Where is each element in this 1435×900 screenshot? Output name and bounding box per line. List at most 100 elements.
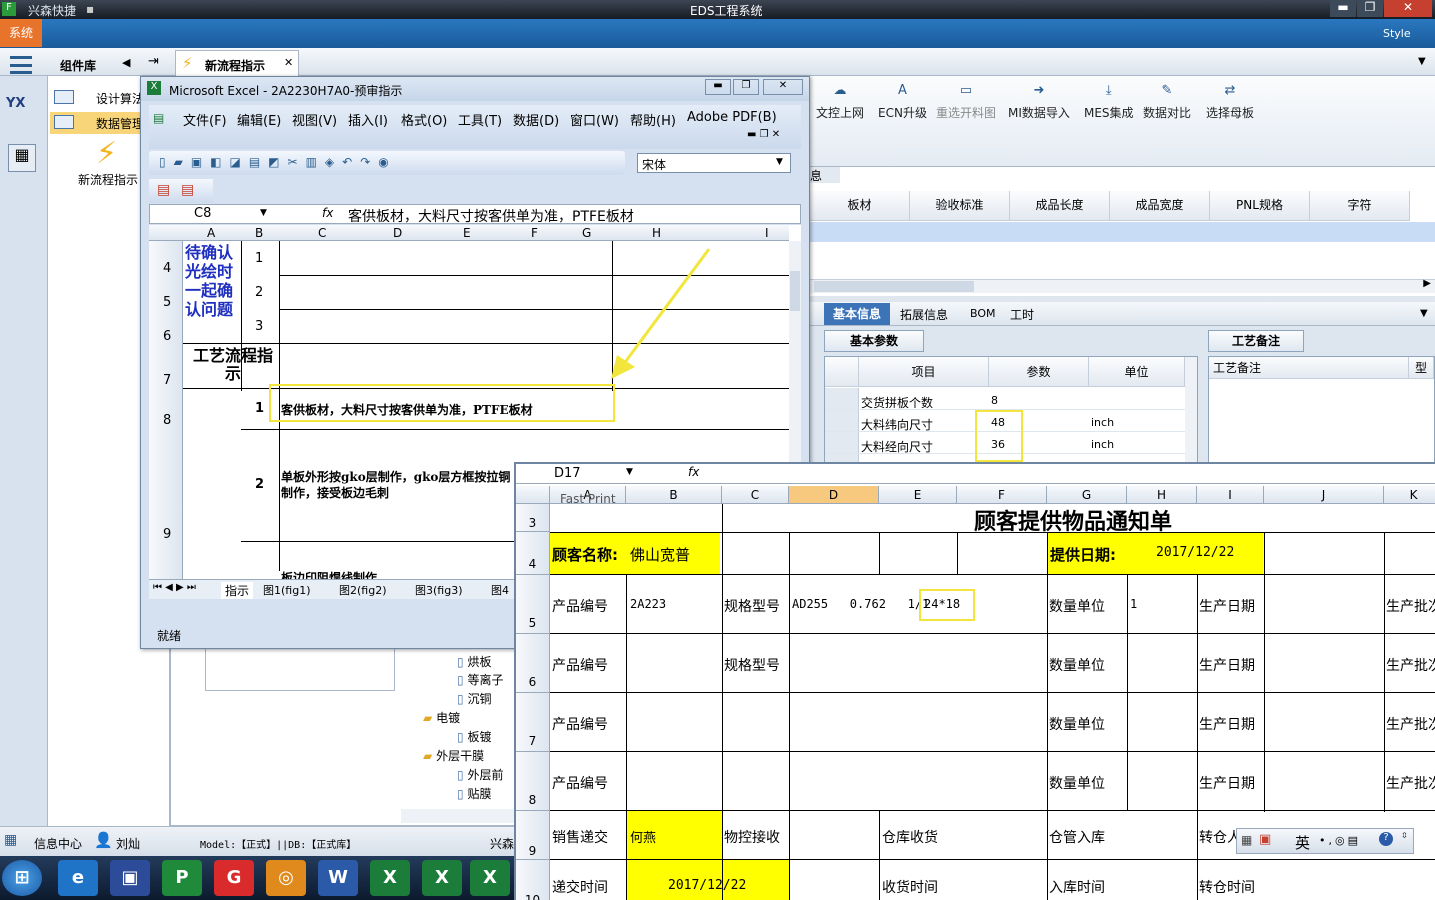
chevron-down-icon[interactable]: ▼	[260, 208, 267, 218]
submit-date[interactable]: 2017/12/22	[668, 878, 746, 893]
help-icon[interactable]: ?	[1379, 832, 1393, 846]
name-box[interactable]: C8	[194, 206, 211, 221]
tab-basic-info[interactable]: 基本信息	[824, 303, 890, 325]
flow-label[interactable]: 工艺流程指示	[193, 347, 273, 383]
menu-view[interactable]: 视图(V)	[292, 110, 337, 129]
menu-tools[interactable]: 工具(T)	[458, 110, 502, 129]
system-menu[interactable]: 系统	[0, 19, 42, 47]
col-header[interactable]: E	[463, 226, 471, 240]
grid-header-char[interactable]: 字符	[1310, 191, 1410, 221]
tree-item[interactable]: ▯ 外层前	[457, 766, 503, 783]
col-header[interactable]: H	[652, 226, 661, 240]
excel-icon[interactable]: X	[422, 860, 462, 896]
ribbon-btn-compare[interactable]: ✎ 数据对比	[1143, 84, 1191, 121]
row10-text[interactable]: 板边印阻焊线制作	[281, 569, 377, 579]
provide-date[interactable]: 2017/12/22	[1156, 545, 1234, 560]
minimize-button[interactable]: ▬	[1330, 0, 1356, 17]
restore-icon[interactable]: ▬ ❐ ✕	[747, 129, 780, 140]
tab-extended-info[interactable]: 拓展信息	[900, 306, 948, 323]
col-header[interactable]: F	[531, 226, 538, 240]
start-button[interactable]: ⊞	[2, 860, 42, 896]
shell-app-icon[interactable]: ◎	[266, 860, 306, 896]
num-cell[interactable]: 2	[255, 477, 264, 492]
row-header[interactable]: 7	[163, 373, 171, 388]
ie-icon[interactable]: e	[58, 860, 98, 896]
col-header[interactable]: I	[765, 226, 769, 240]
param-value[interactable]: 8	[991, 394, 998, 407]
row-header[interactable]: 9	[516, 811, 550, 860]
col-header[interactable]: I	[1197, 486, 1264, 504]
num-cell[interactable]: 1	[255, 401, 264, 416]
chevron-down-icon[interactable]: ▼	[1418, 56, 1426, 67]
menu-format[interactable]: 格式(O)	[401, 110, 447, 129]
ribbon-btn-reselect[interactable]: ▭ 重选开料图	[936, 84, 996, 121]
chevron-down-icon[interactable]: ▼	[1420, 308, 1428, 319]
maximize-button[interactable]: ❐	[1357, 0, 1383, 17]
sales-person[interactable]: 何燕	[630, 827, 656, 846]
menu-edit[interactable]: 编辑(E)	[237, 110, 281, 129]
col-header[interactable]: H	[1127, 486, 1197, 504]
close-button[interactable]: ✕	[763, 79, 803, 95]
g-app-icon[interactable]: G	[214, 860, 254, 896]
sheet-tab[interactable]: 图3(fig3)	[415, 582, 463, 598]
save-app-icon[interactable]: ▣	[110, 860, 150, 896]
menu-help[interactable]: 帮助(H)	[630, 110, 676, 129]
process-note-title[interactable]: 工艺备注	[1208, 330, 1304, 352]
spec-value[interactable]: AD255 0.762 1/1	[792, 597, 929, 611]
grid-hscrollbar[interactable]: ▶	[810, 278, 1435, 293]
row-header[interactable]: 8	[163, 413, 171, 428]
font-select[interactable]: 宋体 ▼	[637, 153, 791, 173]
col-header[interactable]: C	[318, 226, 326, 240]
row-header[interactable]: 4	[163, 261, 171, 276]
pin-icon[interactable]: ⇥	[148, 54, 159, 69]
menu-adobe-pdf[interactable]: Adobe PDF(B)	[687, 110, 777, 125]
pdf-icon[interactable]: ▤	[181, 182, 194, 198]
col-header-selected[interactable]: D	[789, 486, 879, 504]
sheet-nav-icon[interactable]: ⏮ ◀ ▶ ⏭	[153, 582, 196, 593]
menu-file[interactable]: 文件(F)	[183, 110, 227, 129]
ime-lang[interactable]: 英	[1295, 832, 1310, 853]
confirm-note[interactable]: 待确认光绘时一起确认问题	[185, 243, 239, 341]
col-header[interactable]: A	[207, 226, 215, 240]
ribbon-btn-mes[interactable]: ⤓ MES集成	[1084, 84, 1134, 121]
row-header[interactable]: 3	[516, 504, 550, 532]
col-header[interactable]: G	[1047, 486, 1127, 504]
tab-hours[interactable]: 工时	[1010, 306, 1034, 323]
left-item-data[interactable]: 数据管理	[96, 115, 144, 132]
grid-header-length[interactable]: 成品长度	[1010, 191, 1110, 221]
tree-folder[interactable]: ▰ 外层干膜	[423, 747, 484, 764]
menu-insert[interactable]: 插入(I)	[348, 110, 388, 129]
grid-selected-row[interactable]	[810, 222, 1435, 242]
word-icon[interactable]: W	[318, 860, 358, 896]
grid-header-standard[interactable]: 验收标准	[910, 191, 1010, 221]
name-box-2[interactable]: D17	[554, 466, 581, 481]
tab-close-icon[interactable]: ✕	[284, 56, 293, 69]
tree-folder[interactable]: ▰ 电镀	[423, 709, 460, 726]
num-cell[interactable]: 3	[255, 319, 263, 334]
sheet-tab[interactable]: 图4	[491, 582, 509, 598]
ribbon-btn-wenkong[interactable]: ☁ 文控上网	[816, 84, 864, 121]
quick-access-icon[interactable]: ▪	[86, 2, 94, 16]
tree-item[interactable]: ▯ 等离子	[457, 671, 503, 688]
col-header[interactable]: J	[1264, 486, 1384, 504]
grid-header-board[interactable]: 板材	[810, 191, 910, 221]
num-cell[interactable]: 2	[255, 285, 263, 300]
info-center[interactable]: 信息中心	[34, 835, 82, 852]
col-header[interactable]: B	[626, 486, 722, 504]
row-header[interactable]: 9	[163, 527, 171, 542]
tab-bom[interactable]: BOM	[970, 307, 996, 320]
tree-item[interactable]: ▯ 板镀	[457, 728, 491, 745]
col-header[interactable]: F	[957, 486, 1047, 504]
ime-options-icon[interactable]: ⇳	[1401, 831, 1408, 840]
pdf-icon[interactable]: ▤	[157, 182, 170, 198]
num-cell[interactable]: 1	[255, 251, 263, 266]
grid-header-width[interactable]: 成品宽度	[1110, 191, 1210, 221]
qty-value[interactable]: 1	[1130, 597, 1137, 611]
grid-header-pnl[interactable]: PNL规格	[1210, 191, 1310, 221]
col-header[interactable]: E	[879, 486, 957, 504]
menu-window[interactable]: 窗口(W)	[570, 110, 619, 129]
left-panel-new-flow[interactable]: 新流程指示	[78, 171, 138, 188]
row-header[interactable]: 6	[163, 329, 171, 344]
col-header[interactable]: B	[255, 226, 263, 240]
col-header[interactable]: K	[1384, 486, 1435, 504]
